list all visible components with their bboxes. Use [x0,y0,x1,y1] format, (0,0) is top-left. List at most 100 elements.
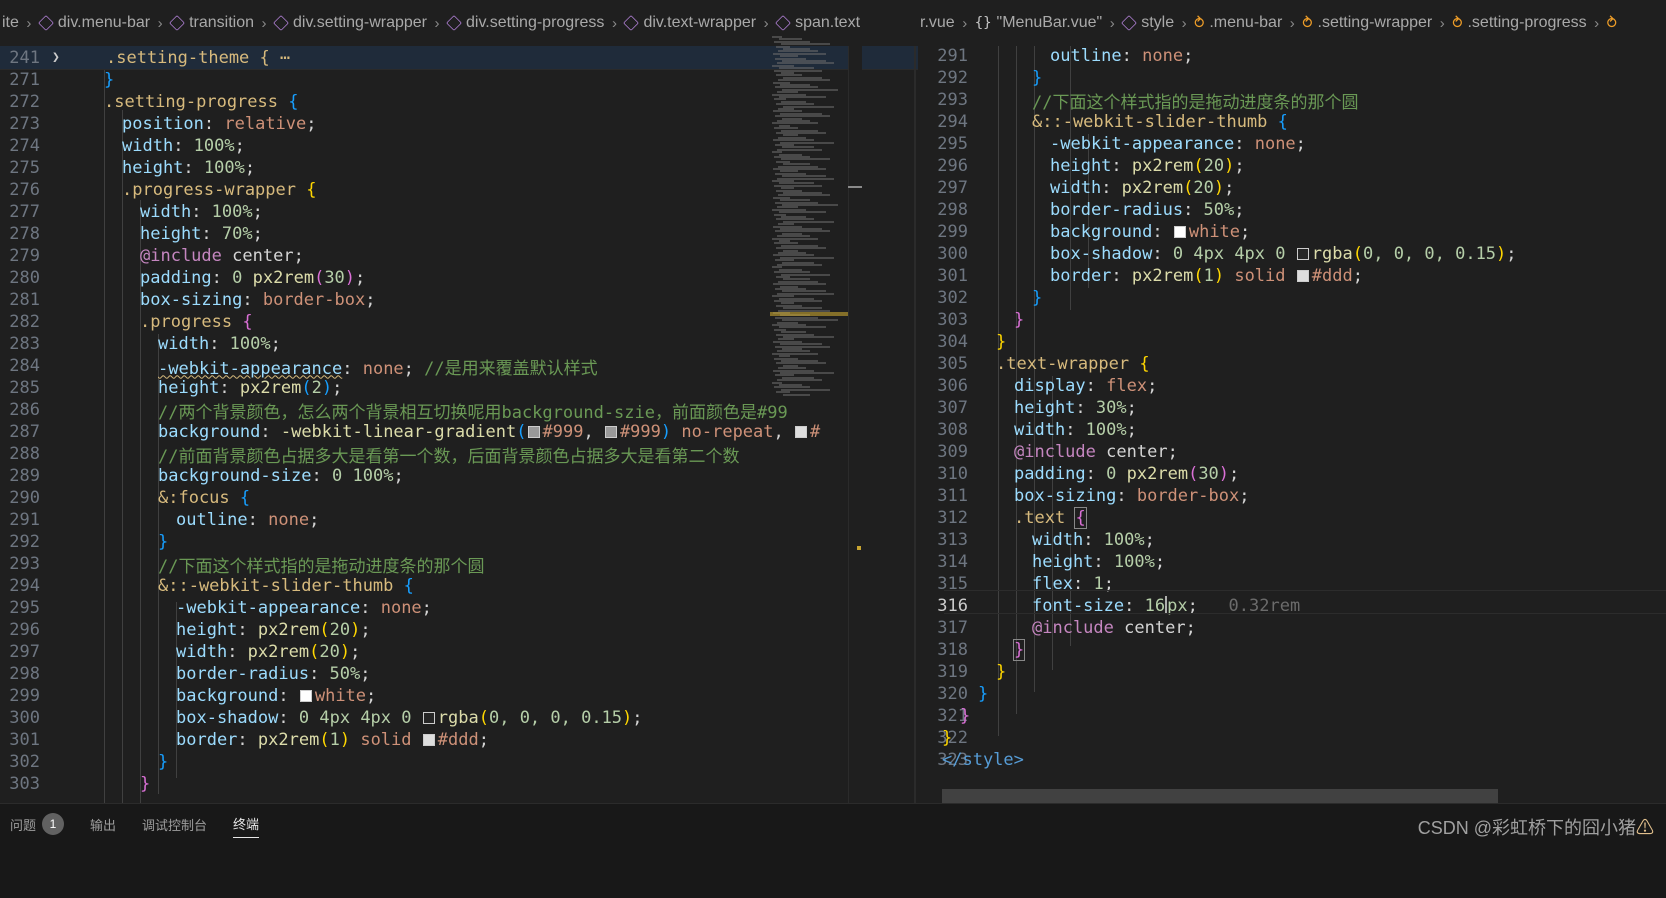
code-token: 4px [319,708,351,728]
code-line[interactable]: 300 box-shadow: 0 4px 4px 0 rgba(0, 0, 0,… [918,242,1666,266]
breadcrumb-label: transition [189,14,255,31]
code-token: </style> [942,750,1024,770]
code-line[interactable]: 303} [918,308,1666,332]
breadcrumb-item[interactable]: transition [168,14,256,32]
breadcrumb-item[interactable]: div.setting-progress [445,14,606,32]
code-token: ; [306,114,317,134]
code-line[interactable]: 301 border: px2rem(1) solid #ddd; [0,728,918,752]
code-text: .progress { [140,312,253,332]
code-line[interactable]: 312 .text { [918,506,1666,530]
breadcrumb-item[interactable]: div.setting-wrapper [272,14,429,32]
code-line[interactable]: 292} [918,66,1666,90]
code-line[interactable]: 296 height: px2rem(20); [918,154,1666,178]
pane-divider[interactable] [914,46,916,852]
code-token: 70% [221,224,253,244]
breadcrumb-item[interactable]: r.vue [918,14,957,32]
horizontal-scrollbar[interactable] [942,789,1498,803]
code-line[interactable]: 293 //下面这个样式指的是拖动进度条的那个圆 [0,552,918,577]
code-line[interactable]: 298 border-radius: 50%; [918,198,1666,222]
code-line[interactable]: 305 .text-wrapper { [918,352,1666,376]
code-line[interactable]: 297 width: px2rem(20); [0,640,918,664]
code-line[interactable]: 320} [918,682,1666,706]
code-line[interactable]: 314 height: 100%; [918,550,1666,574]
line-number: 303 [937,310,968,330]
code-line[interactable]: 317 @include center; [918,616,1666,640]
code-line[interactable]: 295 -webkit-appearance: none; [0,596,918,620]
code-line[interactable]: 322} [918,726,1666,750]
code-line[interactable]: 313 width: 100%; [918,528,1666,552]
code-line[interactable]: 306 display: flex; [918,374,1666,398]
chevron-right-icon: › [962,14,968,32]
code-line[interactable]: 299 background: white; [918,220,1666,244]
breadcrumb-item[interactable]: ⥁ [1605,14,1619,32]
scrollbar-left[interactable] [848,46,862,852]
breadcrumb-item[interactable]: ⥁ .menu-bar [1192,14,1284,32]
code-line[interactable]: 321} [918,704,1666,728]
breadcrumb-item[interactable]: div.text-wrapper [622,14,758,32]
code-line[interactable]: 288 //前面背景颜色占据多大是看第一个数，后面背景颜色占据多大是看第二个数 [0,442,918,467]
breadcrumb-item[interactable]: ⥁ .setting-progress [1450,14,1588,32]
breadcrumb-item[interactable]: ite [0,14,21,32]
code-line[interactable]: 297 width: px2rem(20); [918,176,1666,200]
breadcrumb-item[interactable]: {} "MenuBar.vue" [973,14,1105,32]
code-line[interactable]: 286 //两个背景颜色，怎么两个背景相互切换呢用background-szie，… [0,398,918,423]
code-line[interactable]: 294 &::-webkit-slider-thumb { [0,574,918,598]
breadcrumb-item[interactable]: ⥁ .setting-wrapper [1300,14,1434,32]
breadcrumb-item[interactable]: style [1120,14,1176,32]
code-line[interactable]: 293 //下面这个样式指的是拖动进度条的那个圆 [918,88,1666,113]
breadcrumb-item[interactable]: span.text [774,14,862,32]
color-swatch[interactable] [1296,270,1309,282]
code-token: ) [1218,464,1230,484]
code-line[interactable]: 302} [918,286,1666,310]
code-line[interactable]: 323 </style> [918,748,1666,772]
breadcrumb-item[interactable]: div.menu-bar [37,14,152,32]
color-swatch[interactable] [604,426,617,438]
color-swatch[interactable] [1173,226,1186,238]
color-swatch[interactable] [299,690,312,702]
color-swatch[interactable] [1296,248,1309,260]
code-line[interactable]: 311 box-sizing: border-box; [918,484,1666,508]
code-line[interactable]: 291 outline: none; [918,46,1666,68]
warning-icon[interactable]: ⚠ [1636,818,1654,838]
scrollbar-thumb[interactable] [848,186,862,188]
line-number: 279 [9,246,40,266]
code-line[interactable]: 304} [918,330,1666,354]
tab-terminal[interactable]: 终端 [233,814,260,838]
code-line[interactable]: 299 background: white; [0,684,918,708]
tab-output[interactable]: 输出 [90,815,116,838]
tab-debug-console[interactable]: 调试控制台 [142,815,207,838]
code-line[interactable]: 309 @include center; [918,440,1666,464]
code-line[interactable]: 318} [918,638,1666,662]
chevron-right-icon[interactable]: ❯ [52,50,60,65]
element-icon [446,15,462,31]
code-line[interactable]: 307 height: 30%; [918,396,1666,420]
color-swatch[interactable] [422,734,435,746]
code-line[interactable]: 302} [0,750,918,774]
code-line[interactable]: 296 height: px2rem(20); [0,618,918,642]
code-line[interactable]: 308 width: 100%; [918,418,1666,442]
tab-problems[interactable]: 问题 1 [10,813,65,839]
code-line[interactable]: 292} [0,530,918,554]
code-line[interactable]: 291 outline: none; [0,508,918,532]
code-line[interactable]: 298 border-radius: 50%; [0,662,918,686]
code-token: ; [1240,222,1251,242]
line-number: 293 [9,554,40,574]
code-token: ) [1496,244,1507,264]
color-swatch[interactable] [795,426,807,438]
code-line[interactable]: 294 &::-webkit-slider-thumb { [918,110,1666,134]
code-text: height: 100%; [1032,552,1165,572]
code-line[interactable]: 295 -webkit-appearance: none; [918,132,1666,156]
code-line[interactable]: 303} [0,772,918,796]
code-text: box-sizing: border-box; [140,290,375,310]
code-line[interactable]: 287 background: -webkit-linear-gradient(#… [0,420,918,444]
color-swatch[interactable] [422,712,435,724]
code-line[interactable]: 310 padding: 0 px2rem(30); [918,462,1666,486]
color-swatch[interactable] [527,426,540,438]
editor-right[interactable]: 291 outline: none; 292} 293 //下面这个样式指的是拖动进… [918,46,1666,852]
code-line[interactable]: 289 background-size: 0 100%; [0,464,918,488]
code-line[interactable]: 319} [918,660,1666,684]
code-line[interactable]: 301 border: px2rem(1) solid #ddd; [918,264,1666,288]
code-line[interactable]: 300 box-shadow: 0 4px 4px 0 rgba(0, 0, 0,… [0,706,918,730]
minimap-left[interactable] [770,36,848,396]
code-line[interactable]: 290 &:focus { [0,486,918,510]
